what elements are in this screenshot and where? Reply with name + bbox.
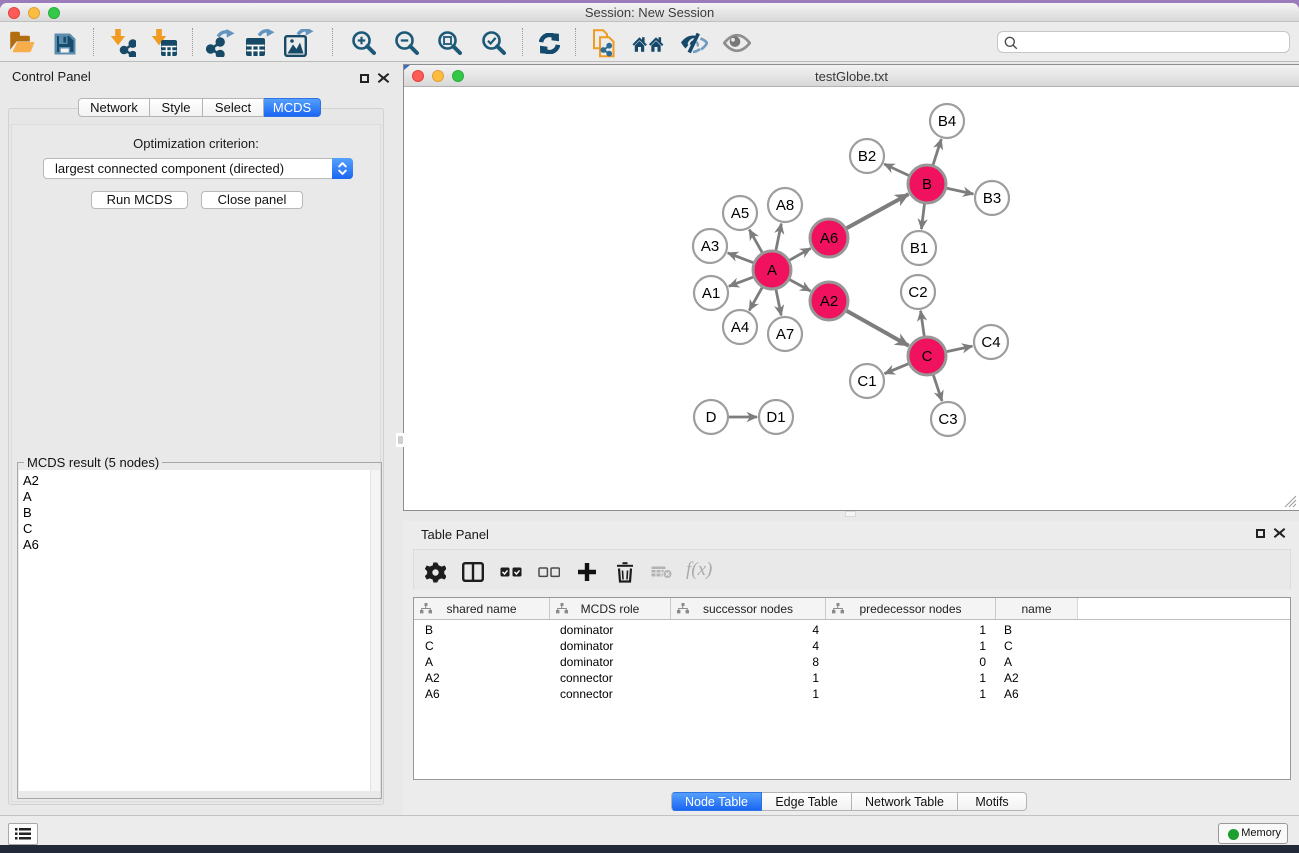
svg-text:C4: C4 <box>981 334 1000 351</box>
svg-text:C3: C3 <box>938 411 957 428</box>
svg-text:D: D <box>706 409 717 426</box>
svg-text:B: B <box>922 176 932 193</box>
svg-text:D1: D1 <box>766 409 785 426</box>
svg-text:A5: A5 <box>731 205 749 222</box>
svg-text:B2: B2 <box>858 148 876 165</box>
svg-text:A4: A4 <box>731 319 749 336</box>
svg-text:A8: A8 <box>776 197 794 214</box>
svg-text:B4: B4 <box>938 113 956 130</box>
svg-text:B1: B1 <box>910 240 928 257</box>
svg-text:A6: A6 <box>820 230 838 247</box>
svg-text:C1: C1 <box>857 373 876 390</box>
svg-text:A3: A3 <box>701 238 719 255</box>
svg-text:A: A <box>767 262 777 279</box>
svg-text:C2: C2 <box>908 284 927 301</box>
svg-text:A1: A1 <box>702 285 720 302</box>
svg-text:C: C <box>922 348 933 365</box>
svg-text:B3: B3 <box>983 190 1001 207</box>
svg-text:A7: A7 <box>776 326 794 343</box>
svg-text:A2: A2 <box>820 293 838 310</box>
